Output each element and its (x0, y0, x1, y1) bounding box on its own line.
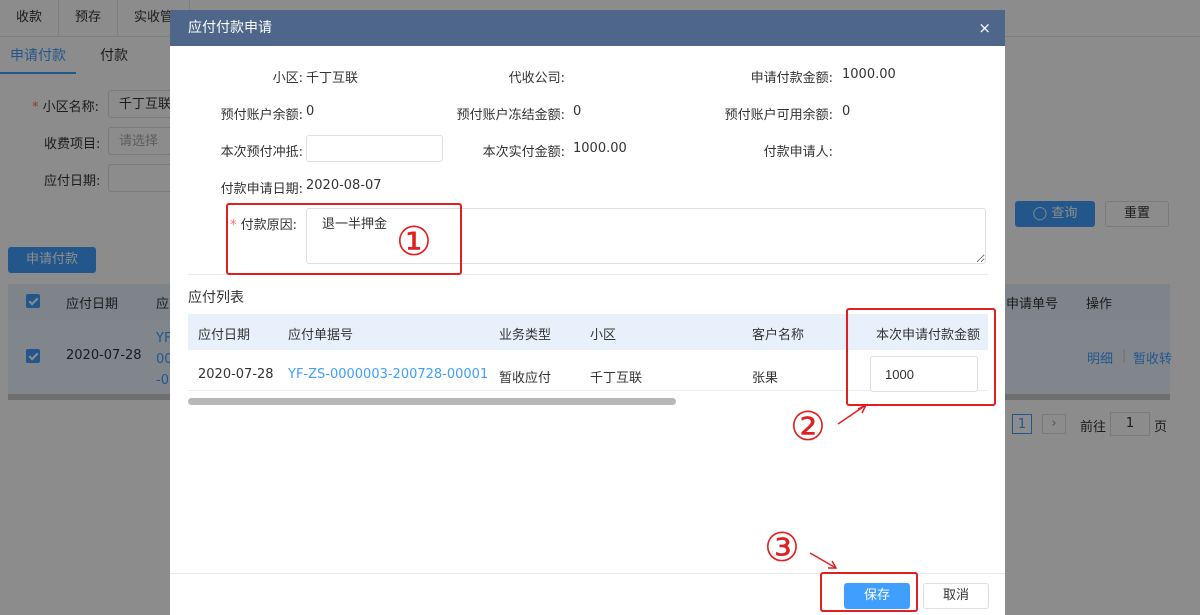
annotation-arrows (809, 403, 868, 569)
arrow-step-3 (809, 552, 837, 569)
arrow-head-step-2 (857, 403, 868, 414)
